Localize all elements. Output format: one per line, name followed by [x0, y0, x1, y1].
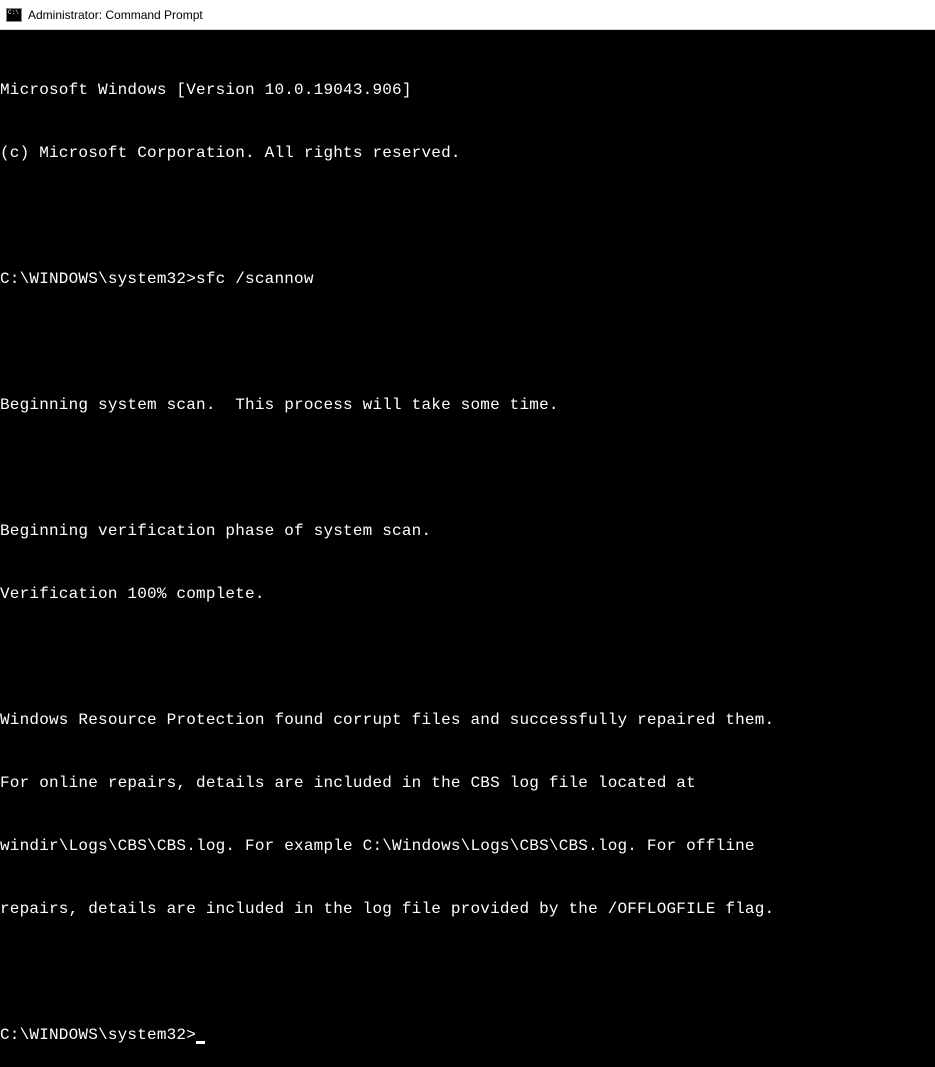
terminal-line	[0, 332, 935, 353]
terminal-line: windir\Logs\CBS\CBS.log. For example C:\…	[0, 836, 935, 857]
terminal-line	[0, 647, 935, 668]
terminal-prompt-line[interactable]: C:\WINDOWS\system32>	[0, 1025, 935, 1046]
terminal-line: C:\WINDOWS\system32>sfc /scannow	[0, 269, 935, 290]
terminal-line: (c) Microsoft Corporation. All rights re…	[0, 143, 935, 164]
terminal-line: Windows Resource Protection found corrup…	[0, 710, 935, 731]
terminal-line	[0, 962, 935, 983]
terminal-line: Microsoft Windows [Version 10.0.19043.90…	[0, 80, 935, 101]
terminal-line: Beginning verification phase of system s…	[0, 521, 935, 542]
terminal-output-area[interactable]: Microsoft Windows [Version 10.0.19043.90…	[0, 30, 935, 1067]
cmd-icon	[6, 8, 22, 22]
terminal-line: Beginning system scan. This process will…	[0, 395, 935, 416]
terminal-prompt: C:\WINDOWS\system32>	[0, 1026, 196, 1044]
terminal-line	[0, 458, 935, 479]
window-title: Administrator: Command Prompt	[28, 8, 203, 22]
terminal-line: Verification 100% complete.	[0, 584, 935, 605]
cursor-icon	[196, 1041, 205, 1044]
terminal-line	[0, 206, 935, 227]
terminal-line: repairs, details are included in the log…	[0, 899, 935, 920]
window-titlebar[interactable]: Administrator: Command Prompt	[0, 0, 935, 30]
terminal-line: For online repairs, details are included…	[0, 773, 935, 794]
